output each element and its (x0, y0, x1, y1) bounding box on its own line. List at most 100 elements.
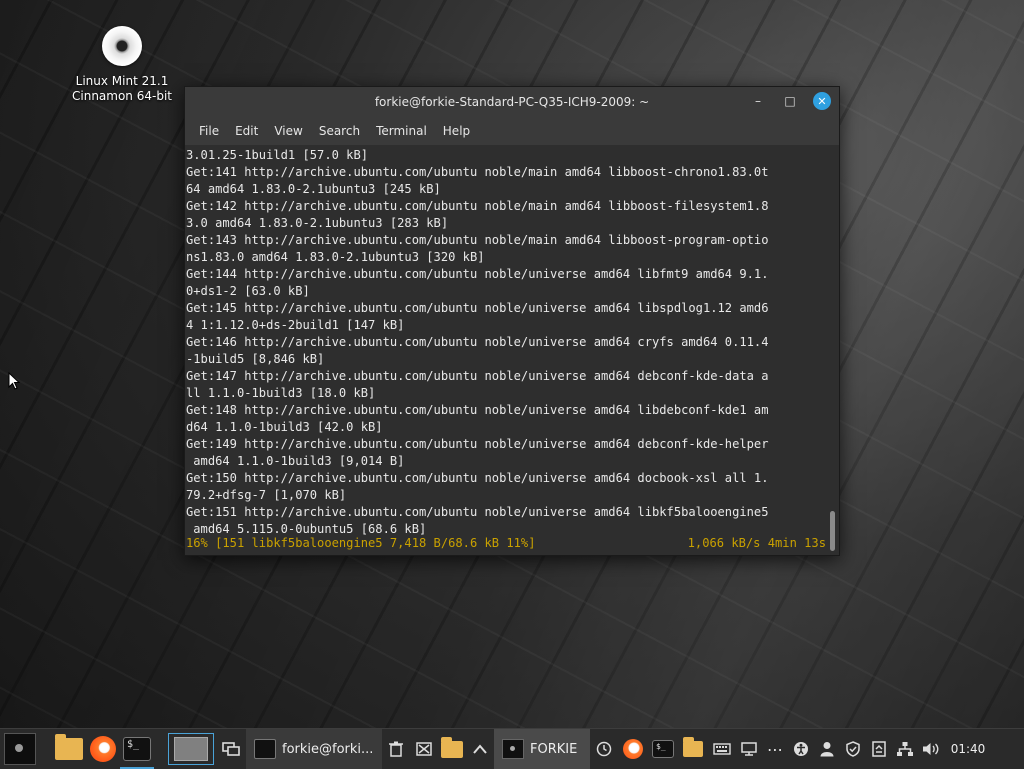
workspace-thumbnail (174, 737, 208, 761)
terminal-line: ns1.83.0 amd64 1.83.0-2.1ubuntu3 [320 kB… (186, 250, 485, 264)
sound-applet[interactable] (918, 729, 944, 769)
terminal-line: 3.0 amd64 1.83.0-2.1ubuntu3 [283 kB] (186, 216, 449, 230)
terminal-output[interactable]: 3.01.25-1build1 [57.0 kB] Get:141 http://… (185, 145, 827, 555)
folder-tray-icon (683, 737, 703, 757)
terminal-icon: $_ (123, 737, 151, 761)
clock-icon (596, 741, 612, 757)
window-title: forkie@forkie-Standard-PC-Q35-ICH9-2009:… (374, 95, 650, 109)
keyboard-applet[interactable] (708, 729, 736, 769)
maximize-button[interactable]: □ (781, 92, 799, 110)
progress-right-text: 1,066 kB/s 4min 13s (687, 536, 826, 550)
terminal-line: d64 1.1.0-1build3 [42.0 kB] (186, 420, 383, 434)
disc-icon (102, 26, 142, 66)
tray-firefox[interactable] (618, 729, 648, 769)
window-titlebar[interactable]: forkie@forkie-Standard-PC-Q35-ICH9-2009:… (185, 87, 839, 117)
task-forkie-label: FORKIE (530, 741, 578, 757)
terminal-line: Get:141 http://archive.ubuntu.com/ubuntu… (186, 165, 769, 179)
shield-icon (846, 741, 860, 757)
user-icon (820, 742, 834, 757)
close-button[interactable]: ✕ (813, 92, 831, 110)
task-forkie[interactable]: FORKIE (494, 729, 590, 769)
accessibility-applet[interactable] (788, 729, 814, 769)
scrollbar-thumb[interactable] (830, 511, 835, 551)
trash-applet[interactable] (382, 729, 410, 769)
network-applet[interactable] (892, 729, 918, 769)
terminal-line: Get:142 http://archive.ubuntu.com/ubuntu… (186, 199, 769, 213)
terminal-window[interactable]: forkie@forkie-Standard-PC-Q35-ICH9-2009:… (184, 86, 840, 556)
launcher-terminal[interactable]: $_ (120, 729, 154, 769)
progress-left-text: 16% [151 libkf5balooengine5 7,418 B/68.6… (186, 536, 536, 550)
firefox-small-icon (623, 739, 643, 759)
network-wired-icon (897, 742, 913, 756)
terminal-line: Get:144 http://archive.ubuntu.com/ubuntu… (186, 267, 769, 281)
mint-menu-icon (4, 733, 36, 765)
xapp-status-applet[interactable] (410, 729, 438, 769)
task-terminal-window[interactable]: forkie@forki... (246, 729, 382, 769)
update-manager-applet[interactable] (866, 729, 892, 769)
forkie-app-icon (502, 739, 524, 759)
terminal-line: amd64 1.1.0-1build3 [9,014 B] (186, 454, 405, 468)
taskbar: $_ forkie@forki... FORKIE $_ ⋯ 01:40 (0, 728, 1024, 769)
monitor-icon (741, 742, 757, 756)
accessibility-icon (794, 742, 808, 756)
show-hidden-icons-button[interactable] (466, 729, 494, 769)
menu-edit[interactable]: Edit (227, 124, 266, 138)
terminal-line: -1build5 [8,846 kB] (186, 352, 325, 366)
terminal-line: 4 1:1.12.0+ds-2build1 [147 kB] (186, 318, 405, 332)
files-applet[interactable] (438, 729, 466, 769)
terminal-line: Get:145 http://archive.ubuntu.com/ubuntu… (186, 301, 769, 315)
terminal-line: Get:149 http://archive.ubuntu.com/ubuntu… (186, 437, 769, 451)
menu-help[interactable]: Help (435, 124, 478, 138)
menu-search[interactable]: Search (311, 124, 368, 138)
terminal-line: 64 amd64 1.83.0-2.1ubuntu3 [245 kB] (186, 182, 441, 196)
user-applet[interactable] (814, 729, 840, 769)
volume-icon (923, 743, 939, 755)
tray-files[interactable] (678, 729, 708, 769)
folder-icon (55, 734, 83, 760)
terminal-line: Get:148 http://archive.ubuntu.com/ubuntu… (186, 403, 769, 417)
clock-applet-icon[interactable] (590, 729, 618, 769)
task-terminal-label: forkie@forki... (282, 741, 374, 757)
trash-icon (389, 741, 403, 757)
menu-file[interactable]: File (191, 124, 227, 138)
windows-overview-icon (222, 742, 240, 756)
menu-view[interactable]: View (266, 124, 310, 138)
menu-terminal[interactable]: Terminal (368, 124, 435, 138)
desktop-icon-linux-mint[interactable]: Linux Mint 21.1 Cinnamon 64-bit (66, 26, 178, 104)
display-applet[interactable] (736, 729, 762, 769)
chevron-up-icon (473, 744, 487, 754)
terminal-line: Get:143 http://archive.ubuntu.com/ubuntu… (186, 233, 769, 247)
minimize-button[interactable]: – (749, 92, 767, 110)
terminal-line: 3.01.25-1build1 [57.0 kB] (186, 148, 369, 162)
more-icon[interactable]: ⋯ (762, 729, 788, 769)
window-controls: – □ ✕ (749, 92, 831, 110)
security-applet[interactable] (840, 729, 866, 769)
terminal-line: 79.2+dfsg-7 [1,070 kB] (186, 488, 347, 502)
terminal-line: 0+ds1-2 [63.0 kB] (186, 284, 310, 298)
terminal-lines: 3.01.25-1build1 [57.0 kB] Get:141 http://… (185, 145, 827, 538)
terminal-line: Get:151 http://archive.ubuntu.com/ubuntu… (186, 505, 769, 519)
launcher-files[interactable] (52, 729, 86, 769)
show-desktop-button[interactable] (216, 729, 246, 769)
clock-text[interactable]: 01:40 (944, 729, 992, 769)
terminal-line: ll 1.1.0-1build3 [18.0 kB] (186, 386, 376, 400)
firefox-icon (90, 736, 116, 762)
menubar: File Edit View Search Terminal Help (185, 117, 839, 145)
terminal-scrollbar[interactable] (827, 145, 839, 555)
desktop-icon-label-line1: Linux Mint 21.1 (75, 74, 169, 88)
terminal-tray-icon: $_ (652, 740, 674, 758)
launcher-firefox[interactable] (86, 729, 120, 769)
keyboard-icon (713, 743, 731, 755)
workspace-switcher[interactable] (166, 729, 216, 769)
start-menu-button[interactable] (0, 729, 40, 769)
update-icon (872, 741, 886, 757)
terminal-line: Get:150 http://archive.ubuntu.com/ubuntu… (186, 471, 769, 485)
terminal-line: Get:146 http://archive.ubuntu.com/ubuntu… (186, 335, 769, 349)
terminal-line: Get:147 http://archive.ubuntu.com/ubuntu… (186, 369, 769, 383)
terminal-small-icon (254, 739, 276, 759)
tray-terminal[interactable]: $_ (648, 729, 678, 769)
window-close-box-icon (416, 742, 432, 756)
apt-progress-line: 16% [151 libkf5balooengine5 7,418 B/68.6… (186, 535, 826, 552)
folder-small-icon (441, 736, 463, 758)
desktop-icon-label-line2: Cinnamon 64-bit (72, 89, 172, 103)
